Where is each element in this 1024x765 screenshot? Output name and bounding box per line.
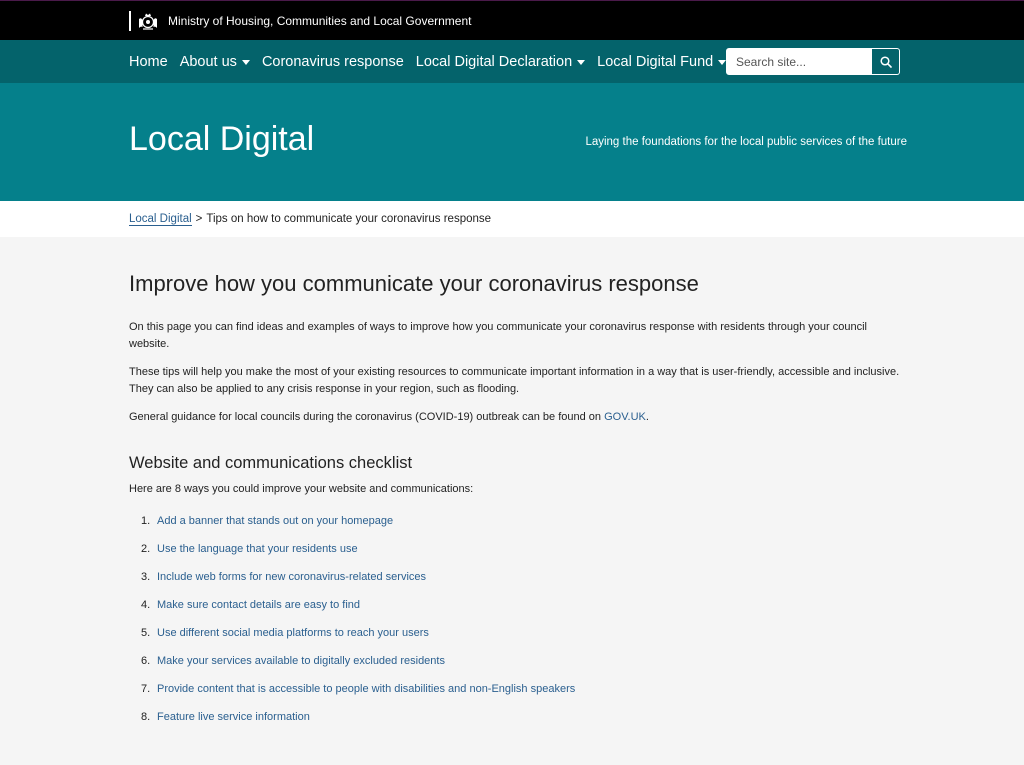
checklist-link[interactable]: Use different social media platforms to … [157,627,429,639]
main-navigation: Home About us Coronavirus response Local… [0,40,1024,83]
checklist-link[interactable]: Make sure contact details are easy to fi… [157,599,360,611]
list-item: 7. Provide content that is accessible to … [129,675,907,703]
breadcrumb-separator: > [195,213,203,225]
checklist-link[interactable]: Make your services available to digitall… [157,655,445,667]
royal-crest-icon[interactable] [129,10,159,31]
nav-local-digital-fund-label: Local Digital Fund [597,53,714,70]
nav-coronavirus-response[interactable]: Coronavirus response [262,54,404,70]
site-title: Local Digital [129,120,315,158]
list-item: 6. Make your services available to digita… [129,647,907,675]
checklist-link[interactable]: Include web forms for new coronavirus-re… [157,571,426,583]
nav-local-digital-declaration[interactable]: Local Digital Declaration [415,53,586,70]
caret-down-icon [241,59,250,65]
checklist-link[interactable]: Use the language that your residents use [157,543,358,555]
tips-paragraph: These tips will help you make the most o… [129,366,900,395]
breadcrumb: Local Digital > Tips on how to communica… [0,201,1024,237]
intro-paragraph: On this page you can find ideas and exam… [129,321,867,350]
nav-local-digital-declaration-label: Local Digital Declaration [415,53,573,70]
list-item-number: 2. [141,543,151,555]
checklist-link[interactable]: Provide content that is accessible to pe… [157,683,575,695]
page-title: Improve how you communicate your coronav… [129,271,699,296]
checklist-link[interactable]: Add a banner that stands out on your hom… [157,515,393,527]
guidance-text: General guidance for local councils duri… [129,411,605,423]
checklist-heading: Website and communications checklist [129,454,413,472]
list-item-number: 5. [141,627,151,639]
list-item-number: 6. [141,655,151,667]
caret-down-icon [577,59,586,65]
nav-home-label: Home [129,53,168,70]
breadcrumb-current: Tips on how to communicate your coronavi… [206,213,492,225]
guidance-end: . [645,411,649,423]
list-item-number: 3. [141,571,151,583]
list-item-number: 4. [141,599,151,611]
nav-about-us-label: About us [179,53,237,70]
list-item: 8. Feature live service information [129,703,907,731]
list-item-number: 1. [141,515,151,527]
hero-banner: Local Digital Laying the foundations for… [0,83,1024,201]
list-item: 3. Include web forms for new coronavirus-… [129,563,907,591]
site-search [726,48,900,75]
government-topbar: Ministry of Housing, Communities and Loc… [0,0,1024,40]
list-item-number: 8. [141,711,151,723]
list-item: 2. Use the language that your residents u… [129,535,907,563]
nav-local-digital-fund[interactable]: Local Digital Fund [597,53,727,70]
department-name[interactable]: Ministry of Housing, Communities and Loc… [168,14,471,28]
list-item: 5. Use different social media platforms t… [129,619,907,647]
checklist-intro: Here are 8 ways you could improve your w… [129,483,474,495]
main-content: Improve how you communicate your coronav… [0,237,1024,731]
guidance-paragraph: General guidance for local councils duri… [129,409,907,426]
breadcrumb-home-link[interactable]: Local Digital [129,213,192,226]
site-tagline: Laying the foundations for the local pub… [585,136,907,148]
nav-home[interactable]: Home [129,54,168,70]
search-button[interactable] [872,48,900,75]
checklist-link[interactable]: Feature live service information [157,711,310,723]
list-item: 1. Add a banner that stands out on your h… [129,507,907,535]
search-icon [879,55,892,68]
search-input[interactable] [726,48,872,75]
gov-uk-link[interactable]: GOV.UK [604,411,646,423]
nav-coronavirus-response-label: Coronavirus response [261,53,404,70]
list-item: 4. Make sure contact details are easy to … [129,591,907,619]
checklist: 1. Add a banner that stands out on your h… [129,507,907,731]
nav-about-us[interactable]: About us [180,54,250,70]
list-item-number: 7. [141,683,151,695]
